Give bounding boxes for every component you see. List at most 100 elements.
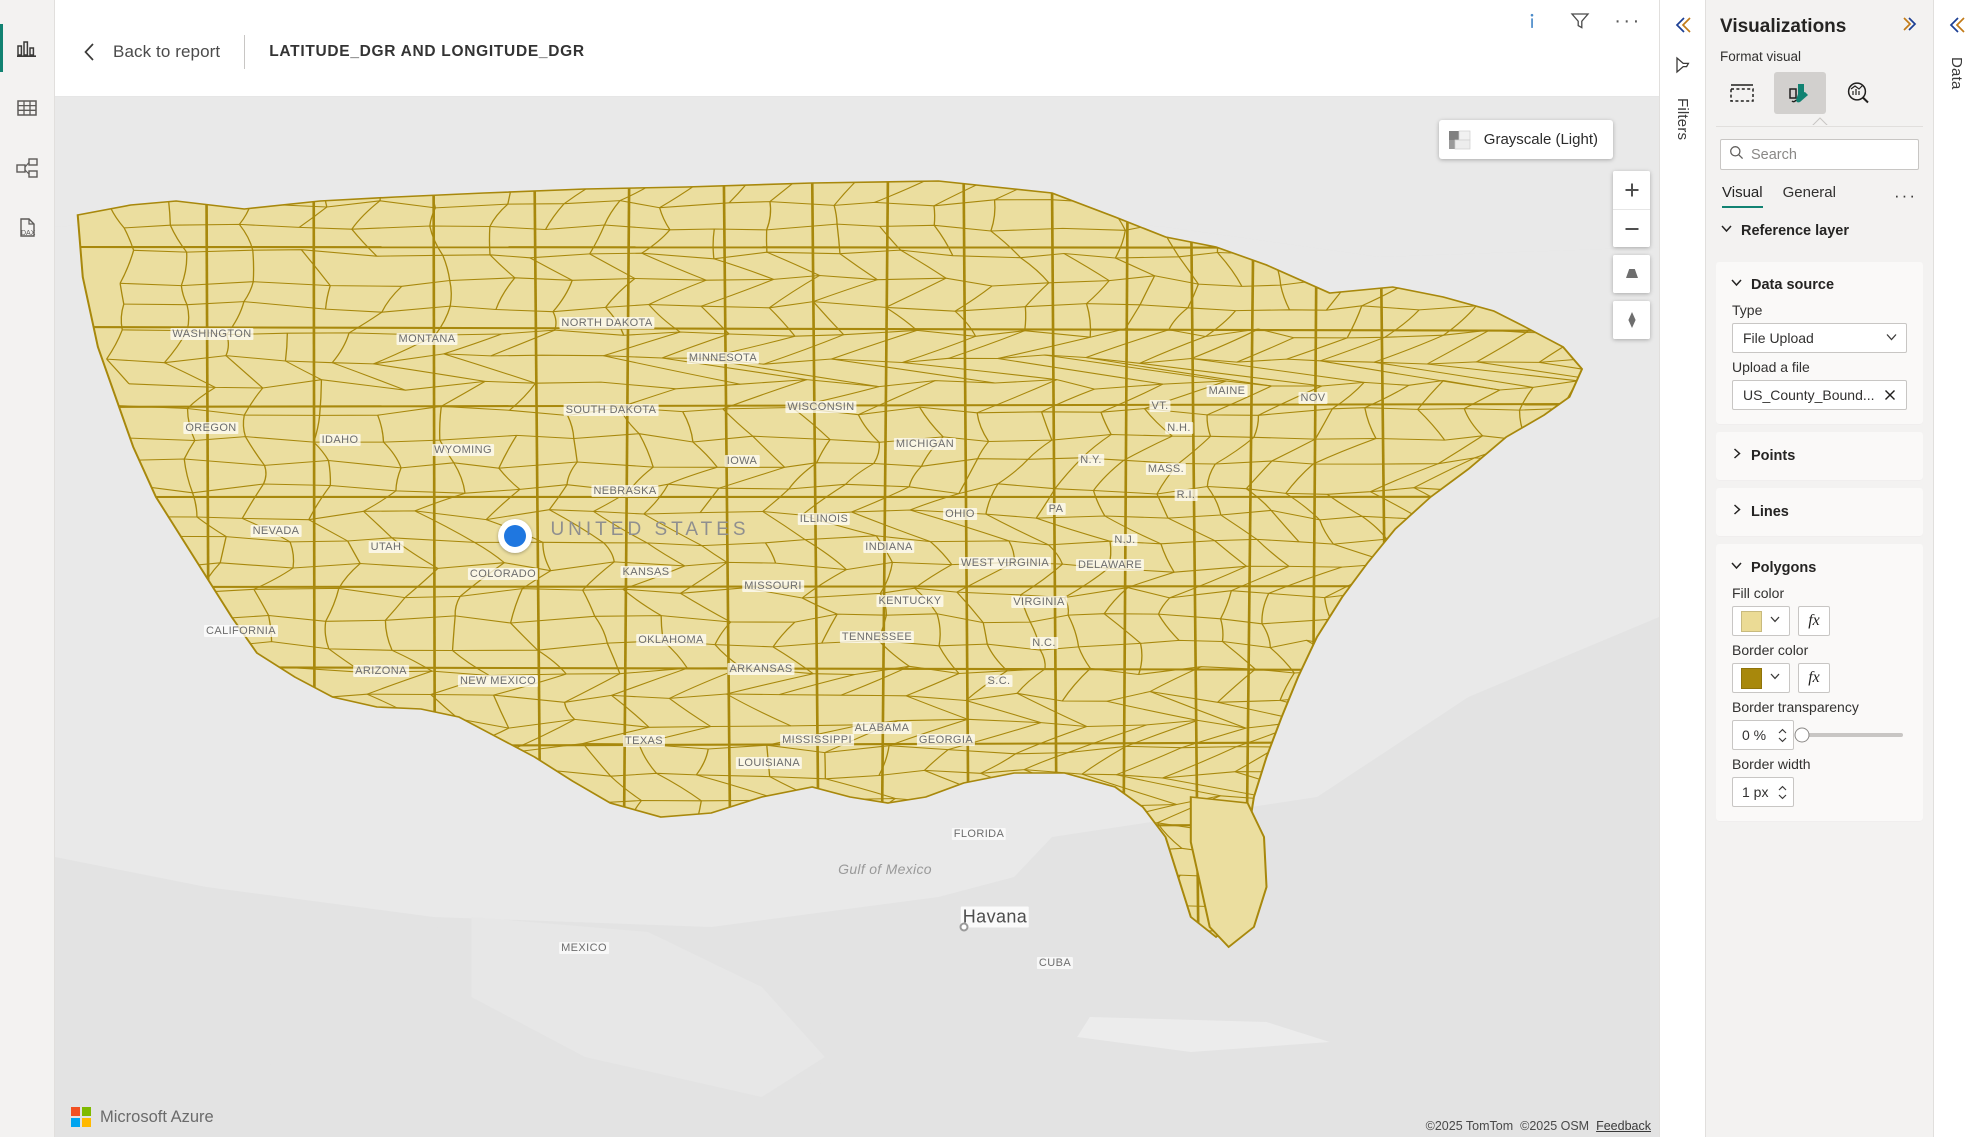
filters-pane-label[interactable]: Filters <box>1674 98 1691 140</box>
map-style-label: Grayscale (Light) <box>1483 131 1598 148</box>
section-lines[interactable]: Lines <box>1716 492 1923 532</box>
info-icon[interactable] <box>1519 8 1545 34</box>
table-icon <box>14 95 40 121</box>
format-pane-body[interactable]: Reference layer Data source Type File Up… <box>1706 208 1933 1137</box>
border-color-swatch <box>1740 667 1762 689</box>
pitch-button[interactable] <box>1613 255 1650 293</box>
bar-chart-icon <box>14 35 40 61</box>
attribution-osm: ©2025 OSM <box>1520 1119 1590 1133</box>
tab-visual[interactable]: Visual <box>1722 184 1763 208</box>
visual-header-actions: ··· <box>1519 8 1641 34</box>
page-title: LATITUDE_DGR AND LONGITUDE_DGR <box>269 43 585 60</box>
border-width-label: Border width <box>1732 756 1811 772</box>
section-data-source[interactable]: Data source <box>1716 266 1923 296</box>
map-style-icon <box>1448 128 1472 152</box>
slider-thumb[interactable] <box>1794 727 1810 743</box>
format-search-field[interactable] <box>1751 146 1910 163</box>
zoom-out-button[interactable] <box>1613 209 1650 247</box>
filters-pane-collapsed: Filters <box>1659 0 1705 1137</box>
spinner-arrows-icon[interactable] <box>1777 785 1788 800</box>
power-bi-report-page: DAX Back to report LATITUDE_DGR AND LONG… <box>0 0 1979 1137</box>
border-transparency-slider[interactable] <box>1794 720 1907 750</box>
breadcrumb: Back to report LATITUDE_DGR AND LONGITUD… <box>75 35 585 69</box>
paintbrush-icon[interactable] <box>1774 72 1826 114</box>
havana-city-dot <box>959 922 969 932</box>
format-pane-caret <box>1706 114 1933 126</box>
search-icon <box>1729 145 1744 165</box>
microsoft-azure-logo: Microsoft Azure <box>65 1103 224 1131</box>
fill-color-swatch <box>1740 610 1762 632</box>
chevron-double-right-icon[interactable] <box>1899 14 1919 39</box>
back-chevron-icon[interactable] <box>75 37 105 67</box>
sidebar-item-dax-query-view[interactable]: DAX <box>0 198 55 258</box>
close-icon[interactable] <box>1880 386 1900 404</box>
breadcrumb-divider <box>244 35 246 69</box>
azure-map-visual[interactable]: UNITED STATES WASHINGTON MONTANA NORTH DAKO… <box>55 97 1659 1137</box>
card-polygons: Polygons Fill color fx Border color fx B… <box>1716 544 1923 821</box>
chevron-down-icon <box>1720 222 1733 240</box>
data-source-type-dropdown[interactable]: File Upload <box>1732 323 1907 353</box>
chevron-down-icon <box>1730 559 1743 577</box>
section-reference-layer[interactable]: Reference layer <box>1706 208 1933 254</box>
fill-color-row: fx <box>1716 606 1923 636</box>
filter-icon[interactable] <box>1567 8 1593 34</box>
compass-button[interactable] <box>1613 301 1650 339</box>
format-pane-divider <box>1716 126 1923 127</box>
magnifier-chart-icon[interactable] <box>1832 72 1884 114</box>
border-color-label: Border color <box>1732 642 1809 658</box>
border-width-input[interactable]: 1 px <box>1732 777 1794 807</box>
uploaded-file-name: US_County_Bound... <box>1743 387 1875 403</box>
polygons-label: Polygons <box>1751 560 1817 576</box>
chevron-down-icon <box>1769 612 1781 630</box>
feedback-link[interactable]: Feedback <box>1596 1119 1651 1133</box>
left-nav-rail: DAX <box>0 0 55 1137</box>
chevron-down-icon <box>1730 276 1743 294</box>
map-canvas[interactable]: UNITED STATES WASHINGTON MONTANA NORTH DAKO… <box>55 97 1659 1137</box>
chevron-right-icon <box>1730 503 1743 521</box>
data-pane-label[interactable]: Data <box>1948 57 1965 90</box>
pitch-control-group <box>1613 255 1650 293</box>
format-pane-icon-tabs <box>1706 66 1933 114</box>
card-points: Points <box>1716 432 1923 480</box>
uploaded-file-field[interactable]: US_County_Bound... <box>1732 380 1907 410</box>
format-tabs-more-icon[interactable]: ··· <box>1894 186 1917 206</box>
chevron-double-left-icon[interactable] <box>1672 14 1694 41</box>
lines-label: Lines <box>1751 504 1789 520</box>
data-bubble-colorado[interactable] <box>498 519 532 553</box>
map-geometry <box>55 97 1659 1137</box>
points-label: Points <box>1751 448 1796 464</box>
border-width-value: 1 px <box>1742 784 1769 800</box>
type-control-row: File Upload <box>1716 323 1923 353</box>
map-style-picker[interactable]: Grayscale (Light) <box>1438 120 1613 159</box>
sidebar-item-table-view[interactable] <box>0 78 55 138</box>
fields-build-icon[interactable] <box>1716 72 1768 114</box>
map-controls <box>1613 171 1650 339</box>
border-transparency-row: 0 % <box>1716 720 1923 750</box>
border-color-fx-button[interactable]: fx <box>1798 663 1830 693</box>
border-color-picker[interactable] <box>1732 663 1790 693</box>
chevron-double-left-icon[interactable] <box>1946 14 1968 41</box>
sidebar-item-model-view[interactable] <box>0 138 55 198</box>
section-polygons[interactable]: Polygons <box>1716 548 1923 579</box>
zoom-in-button[interactable] <box>1613 171 1650 209</box>
slider-track <box>1794 727 1903 743</box>
model-icon <box>14 155 40 181</box>
format-visual-subtitle: Format visual <box>1720 49 1802 64</box>
section-points[interactable]: Points <box>1716 436 1923 476</box>
border-transparency-input[interactable]: 0 % <box>1732 720 1794 750</box>
chevron-down-icon <box>1885 330 1898 346</box>
sidebar-item-report-view[interactable] <box>0 18 55 78</box>
data-source-type-value: File Upload <box>1743 330 1814 346</box>
tab-general[interactable]: General <box>1783 184 1836 208</box>
fill-color-picker[interactable] <box>1732 606 1790 636</box>
card-lines: Lines <box>1716 488 1923 536</box>
filter-icon[interactable] <box>1673 55 1693 80</box>
more-options-icon[interactable]: ··· <box>1614 8 1641 34</box>
fill-color-fx-button[interactable]: fx <box>1798 606 1830 636</box>
data-pane-collapsed: Data <box>1933 0 1979 1137</box>
upload-a-file-label: Upload a file <box>1732 359 1810 375</box>
search-input[interactable] <box>1720 139 1919 170</box>
spinner-arrows-icon[interactable] <box>1777 728 1788 743</box>
back-to-report-link[interactable]: Back to report <box>113 42 220 62</box>
reference-layer-label: Reference layer <box>1741 223 1850 239</box>
